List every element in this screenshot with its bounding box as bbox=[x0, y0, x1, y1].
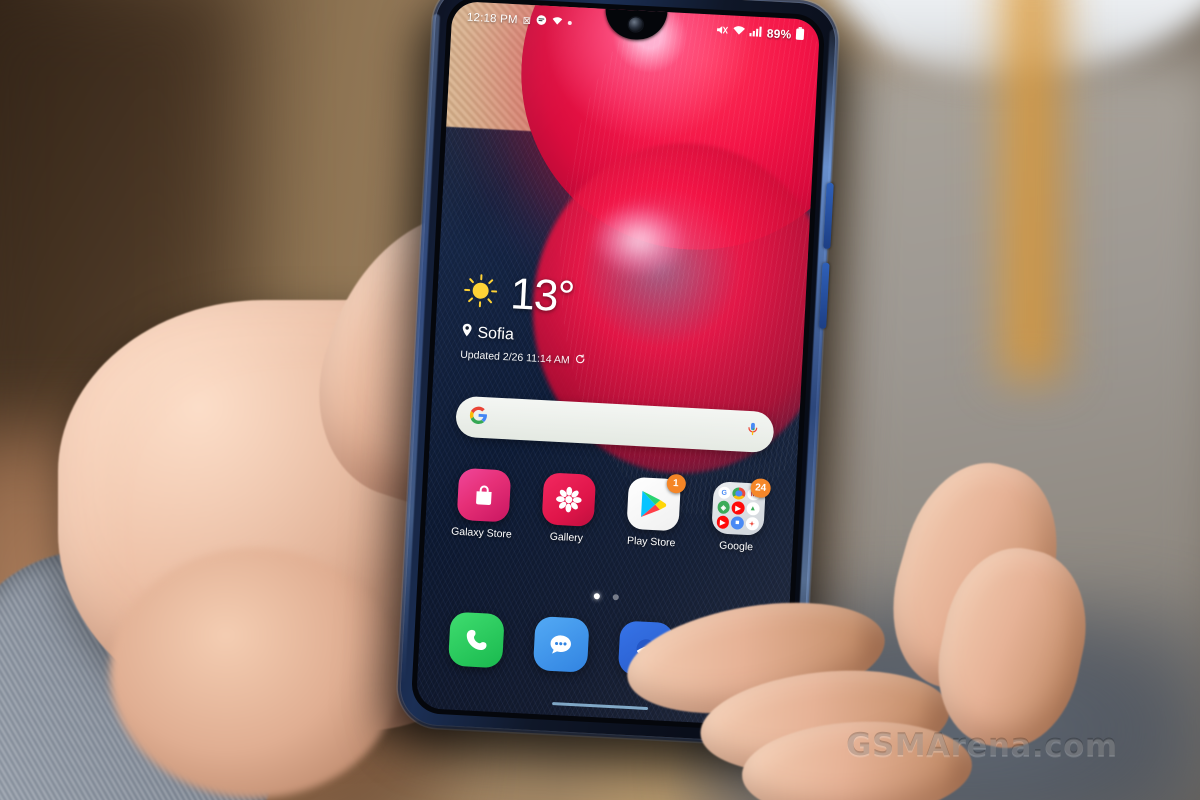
message-bubble-icon[interactable] bbox=[532, 616, 590, 673]
background-amber-strip bbox=[988, 0, 1074, 380]
mini-icon-maps: ◈ bbox=[716, 500, 731, 515]
battery-icon bbox=[795, 27, 805, 43]
search-input[interactable] bbox=[487, 410, 746, 439]
photo-scene: 12:18 PM ⊠ 89% 13° Sofia Updated 2/26 11… bbox=[0, 0, 1200, 800]
mini-icon-photos: ✦ bbox=[745, 516, 759, 531]
sim-card-icon: ⊠ bbox=[522, 15, 532, 27]
app-play-store[interactable]: 1 Play Store bbox=[608, 473, 697, 550]
gallery-flower-icon[interactable] bbox=[541, 472, 596, 527]
weather-main-row: 13° bbox=[462, 269, 589, 322]
mini-icon-google: G bbox=[717, 486, 731, 500]
sound-off-icon bbox=[716, 23, 730, 39]
app-label: Gallery bbox=[549, 530, 584, 545]
location-pin-icon bbox=[461, 323, 473, 343]
hand-knuckles bbox=[110, 548, 400, 798]
refresh-icon[interactable] bbox=[574, 354, 585, 368]
app-google-folder[interactable]: G M ◈ ▶ ▲ ▶ ■ ✦ 24 Google bbox=[693, 478, 782, 554]
play-store-icon[interactable]: 1 bbox=[625, 473, 686, 532]
status-time: 12:18 PM bbox=[466, 11, 518, 27]
mini-icon-youtube: ▶ bbox=[731, 501, 745, 515]
wifi-calling-icon bbox=[552, 15, 564, 30]
message-circle-icon bbox=[536, 14, 548, 29]
weather-widget[interactable]: 13° Sofia Updated 2/26 11:14 AM bbox=[460, 269, 589, 368]
mini-icon-duo: ■ bbox=[730, 516, 745, 530]
app-label: Google bbox=[718, 539, 754, 554]
page-dot-active[interactable] bbox=[593, 593, 600, 600]
folder-badge: 24 bbox=[750, 478, 771, 499]
status-bar-left: 12:18 PM ⊠ bbox=[467, 11, 573, 30]
signal-bars-icon bbox=[749, 25, 764, 40]
mini-icon-chrome bbox=[732, 487, 746, 500]
sun-icon bbox=[463, 272, 499, 313]
dot-icon bbox=[568, 20, 573, 26]
mini-icon-yt-music: ▶ bbox=[716, 515, 730, 530]
app-badge: 1 bbox=[665, 473, 686, 494]
weather-location-row: Sofia bbox=[461, 323, 586, 348]
status-bar-right: 89% bbox=[716, 23, 805, 44]
weather-temperature: 13° bbox=[509, 269, 576, 322]
page-dot[interactable] bbox=[612, 594, 619, 601]
mini-icon-drive: ▲ bbox=[746, 501, 760, 516]
google-folder-icon[interactable]: G M ◈ ▶ ▲ ▶ ■ ✦ 24 bbox=[710, 478, 771, 536]
watermark: GSMArena.com bbox=[846, 728, 1118, 764]
app-galaxy-store[interactable]: Galaxy Store bbox=[439, 467, 528, 541]
phone-handset-icon[interactable] bbox=[447, 611, 505, 669]
app-gallery[interactable]: Gallery bbox=[524, 471, 613, 545]
app-label: Play Store bbox=[626, 534, 676, 550]
microphone-icon[interactable] bbox=[744, 421, 761, 443]
google-g-icon bbox=[468, 405, 488, 430]
wifi-icon bbox=[733, 25, 747, 40]
galaxy-store-icon[interactable] bbox=[456, 467, 511, 523]
battery-percent: 89% bbox=[766, 26, 792, 42]
weather-location: Sofia bbox=[477, 324, 515, 343]
